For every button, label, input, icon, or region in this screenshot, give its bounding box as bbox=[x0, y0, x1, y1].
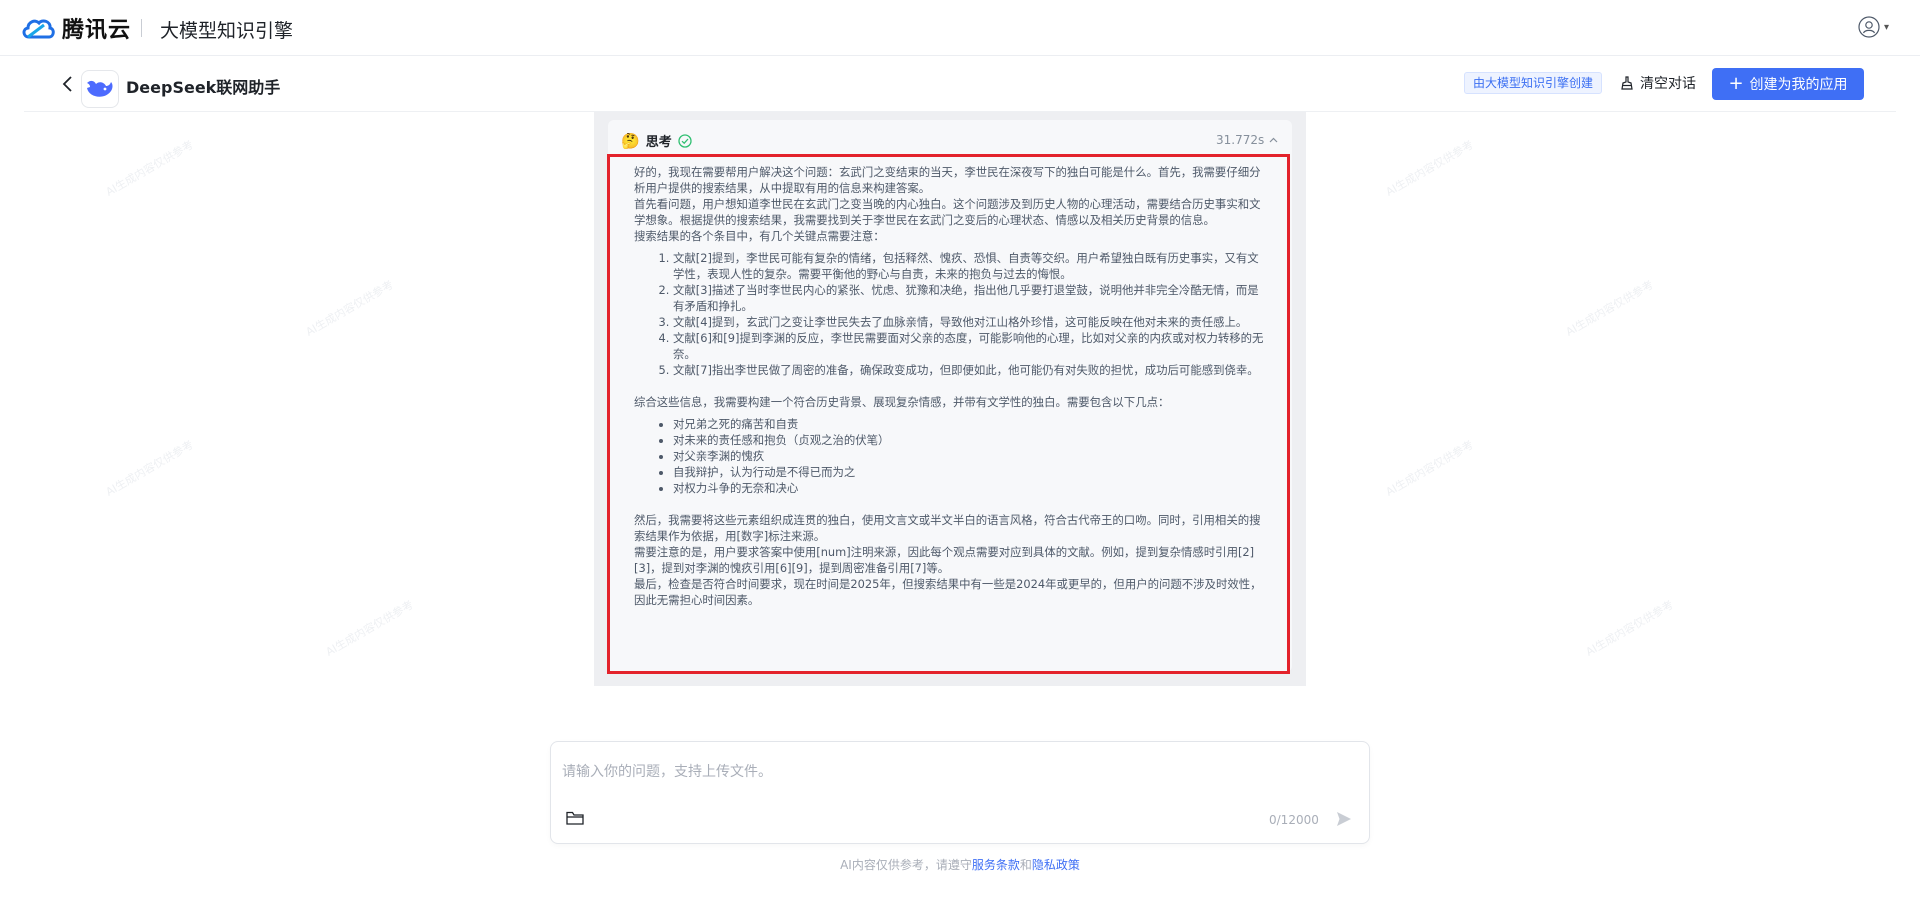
header-divider bbox=[141, 19, 142, 37]
back-icon[interactable] bbox=[58, 74, 78, 94]
thinking-paragraph: 需要注意的是，用户要求答案中使用[num]注明来源，因此每个观点需要对应到具体的… bbox=[634, 545, 1255, 575]
app-avatar bbox=[81, 70, 119, 108]
list-item: 文献[4]提到，玄武门之变让李世民失去了血脉亲情，导致他对江山格外珍惜，这可能反… bbox=[673, 314, 1268, 330]
thinking-content: 好的，我现在需要帮用户解决这个问题：玄武门之变结束的当天，李世民在深夜写下的独白… bbox=[634, 164, 1268, 608]
list-item: 自我辩护，认为行动是不得已而为之 bbox=[673, 464, 1268, 480]
thinking-duration[interactable]: 31.772s bbox=[1216, 133, 1278, 147]
list-item: 文献[3]描述了当时李世民内心的紧张、忧虑、犹豫和决绝，指出他几乎要打退堂鼓，说… bbox=[673, 282, 1268, 314]
disclaimer-text: AI内容仅供参考，请遵守 bbox=[840, 858, 972, 872]
thinking-header[interactable]: 🤔 思考 bbox=[621, 131, 692, 150]
list-item: 对兄弟之死的痛苦和自责 bbox=[673, 416, 1268, 432]
thinking-paragraph: 最后，检查是否符合时间要求，现在时间是2025年，但搜索结果中有一些是2024年… bbox=[634, 577, 1262, 607]
chat-input-box: 0/12000 bbox=[550, 741, 1370, 844]
deepseek-whale-icon bbox=[87, 80, 113, 97]
thinking-face-icon: 🤔 bbox=[621, 131, 640, 150]
thinking-paragraph: 首先看问题，用户想知道李世民在玄武门之变当晚的内心独白。这个问题涉及到历史人物的… bbox=[634, 197, 1261, 227]
conjunction-text: 和 bbox=[1019, 858, 1032, 872]
key-points-list: 文献[2]提到，李世民可能有复杂的情绪，包括释然、愧疚、恐惧、自责等交织。用户希… bbox=[634, 250, 1268, 378]
top-header: 腾讯云 大模型知识引擎 ▾ bbox=[0, 0, 1920, 56]
app-toolbar: DeepSeek联网助手 由大模型知识引擎创建 清空对话 + 创建为我的应用 bbox=[24, 56, 1896, 112]
creator-tag[interactable]: 由大模型知识引擎创建 bbox=[1464, 72, 1603, 94]
requirements-list: 对兄弟之死的痛苦和自责 对未来的责任感和抱负（贞观之治的伏笔） 对父亲李渊的愧疚… bbox=[634, 416, 1268, 496]
create-my-app-button[interactable]: + 创建为我的应用 bbox=[1712, 68, 1864, 100]
thinking-paragraph: 好的，我现在需要帮用户解决这个问题：玄武门之变结束的当天，李世民在深夜写下的独白… bbox=[634, 165, 1261, 195]
list-item: 文献[6]和[9]提到李渊的反应，李世民需要面对父亲的态度，可能影响他的心理，比… bbox=[673, 330, 1268, 362]
user-icon bbox=[1858, 16, 1880, 38]
clear-conversation-button[interactable]: 清空对话 bbox=[1620, 71, 1696, 95]
thinking-paragraph: 综合这些信息，我需要构建一个符合历史背景、展现复杂情感，并带有文学性的独白。需要… bbox=[634, 395, 1170, 409]
brand-name: 腾讯云 bbox=[62, 18, 132, 43]
broom-icon bbox=[1621, 76, 1633, 90]
char-counter: 0/12000 bbox=[1269, 813, 1319, 827]
plus-icon: + bbox=[1728, 73, 1744, 94]
thinking-paragraph: 然后，我需要将这些元素组织成连贯的独白，使用文言文或半文半白的语言风格，符合古代… bbox=[634, 513, 1261, 543]
thinking-duration-value: 31.772s bbox=[1216, 133, 1265, 147]
question-input[interactable] bbox=[562, 752, 1352, 792]
create-my-app-label: 创建为我的应用 bbox=[1749, 77, 1848, 93]
app-title: DeepSeek联网助手 bbox=[126, 78, 281, 97]
cloud-logo-icon bbox=[22, 19, 55, 39]
footer-disclaimer: AI内容仅供参考，请遵守服务条款和隐私政策 bbox=[0, 856, 1920, 873]
user-menu[interactable]: ▾ bbox=[1858, 16, 1889, 38]
thinking-paragraph: 搜索结果的各个条目中，有几个关键点需要注意： bbox=[634, 229, 885, 243]
list-item: 对父亲李渊的愧疚 bbox=[673, 448, 1268, 464]
list-item: 文献[2]提到，李世民可能有复杂的情绪，包括释然、愧疚、恐惧、自责等交织。用户希… bbox=[673, 250, 1268, 282]
check-circle-icon bbox=[678, 133, 692, 148]
terms-of-service-link[interactable]: 服务条款 bbox=[972, 858, 1020, 872]
product-name: 大模型知识引擎 bbox=[160, 20, 294, 42]
thinking-label: 思考 bbox=[645, 135, 672, 150]
chevron-up-icon bbox=[1269, 137, 1278, 142]
folder-upload-icon[interactable] bbox=[566, 810, 584, 826]
clear-conversation-label: 清空对话 bbox=[1640, 76, 1696, 92]
list-item: 对权力斗争的无奈和决心 bbox=[673, 480, 1268, 496]
chevron-down-icon: ▾ bbox=[1884, 21, 1890, 33]
tencent-cloud-logo[interactable]: 腾讯云 bbox=[20, 12, 131, 44]
list-item: 对未来的责任感和抱负（贞观之治的伏笔） bbox=[673, 432, 1268, 448]
privacy-policy-link[interactable]: 隐私政策 bbox=[1032, 858, 1080, 872]
send-icon[interactable] bbox=[1335, 810, 1353, 828]
list-item: 文献[7]指出李世民做了周密的准备，确保政变成功，但即便如此，他可能仍有对失败的… bbox=[673, 362, 1268, 378]
